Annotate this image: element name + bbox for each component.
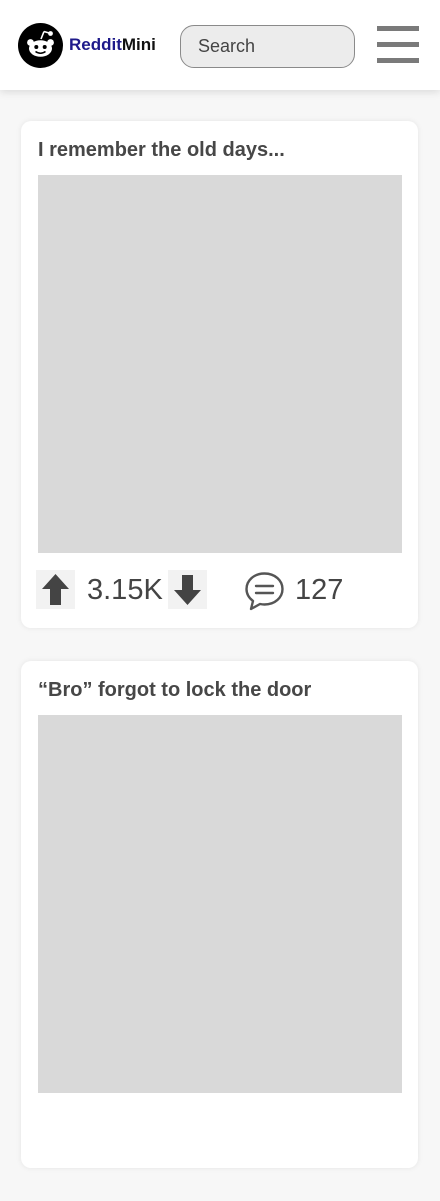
post-title[interactable]: I remember the old days... [38,138,401,164]
post-image[interactable] [38,715,402,1093]
post-actions: 3.15K 127 [36,553,401,628]
downvote-arrow-icon[interactable] [168,570,207,609]
comment-bubble-icon[interactable] [243,570,286,613]
top-navbar: RedditMini [0,0,440,90]
menu-bar-top [377,26,419,31]
post-title[interactable]: “Bro” forgot to lock the door [38,678,401,704]
menu-bar-bottom [377,58,419,63]
post-card[interactable]: “Bro” forgot to lock the door [21,661,418,1168]
brand-name[interactable]: RedditMini [69,35,156,55]
brand-name-reddit: Reddit [69,35,122,54]
post-card[interactable]: I remember the old days... 3.15K 127 [21,121,418,628]
hamburger-menu-icon[interactable] [377,26,419,64]
post-actions [38,1093,401,1168]
post-image[interactable] [38,175,402,553]
brand-name-mini: Mini [121,35,156,54]
post-score: 3.15K [87,574,163,606]
menu-bar-middle [377,42,419,47]
search-input[interactable] [180,25,355,68]
upvote-arrow-icon[interactable] [36,570,75,609]
comment-count: 127 [295,574,344,606]
reddit-logo-icon[interactable] [18,23,63,68]
post-feed: I remember the old days... 3.15K 127 “Br… [21,121,418,1201]
